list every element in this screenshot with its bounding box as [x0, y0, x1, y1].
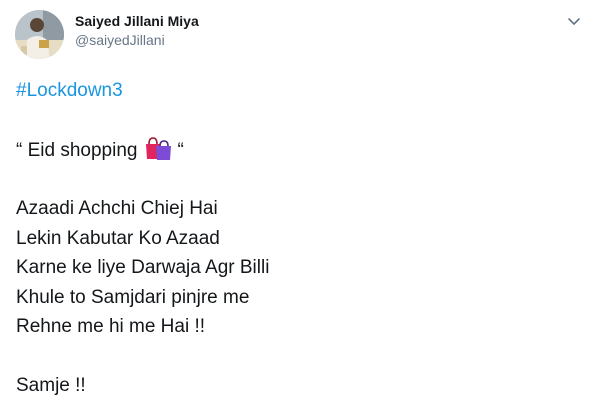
- tweet-card: Saiyed Jillani Miya @saiyedJillani #Lock…: [0, 0, 596, 404]
- tweet-line: Lekin Kabutar Ko Azaad: [16, 227, 220, 249]
- closing-line: Samje !!: [16, 375, 86, 396]
- tweet-menu-button[interactable]: [565, 12, 583, 30]
- author-handle[interactable]: @saiyedJillani: [75, 32, 165, 48]
- author-display-name[interactable]: Saiyed Jillani Miya: [75, 13, 199, 29]
- tweet-line: Rehne me hi me Hai !!: [16, 316, 206, 337]
- chevron-down-icon: [568, 18, 580, 25]
- quote-text: “ Eid shopping: [16, 140, 138, 161]
- hashtag-link[interactable]: #Lockdown3: [16, 80, 123, 101]
- avatar-photo: [15, 10, 64, 59]
- tweet-line: Karne ke liye Darwaja Agr Billi: [16, 257, 270, 278]
- quote-line: “ Eid shopping “: [16, 135, 576, 165]
- avatar[interactable]: [15, 10, 64, 59]
- tweet-line: Azaadi Achchi Chiej Hai: [16, 198, 218, 219]
- quote-close: “: [177, 140, 184, 161]
- tweet-text: #Lockdown3 “ Eid shopping “ Azaadi Achch…: [16, 76, 576, 401]
- shopping-bags-icon: [143, 135, 173, 161]
- tweet-line: Khule to Samjdari pinjre me: [16, 286, 250, 308]
